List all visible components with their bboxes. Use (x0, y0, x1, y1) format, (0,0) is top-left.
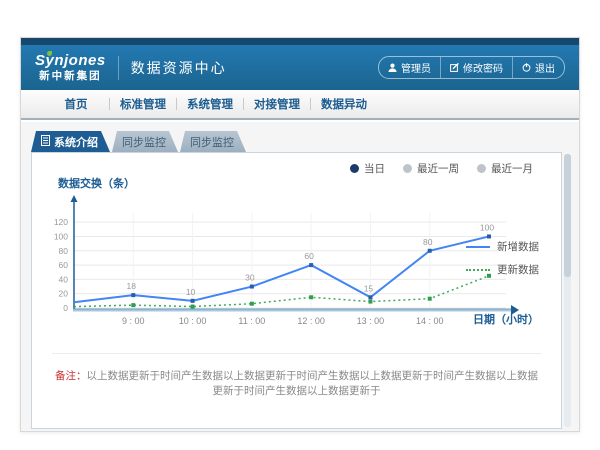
radio-icon (477, 164, 486, 173)
note-prefix: 备注： (55, 370, 87, 382)
svg-text:13 : 00: 13 : 00 (357, 316, 385, 326)
dashed-line-icon (466, 269, 490, 271)
header: Synjones 新中新集团 数据资源中心 管理员 修改密码 (21, 45, 579, 90)
user-button-group: 管理员 修改密码 退出 (378, 56, 565, 79)
legend-item-updated-data: 更新数据 (466, 262, 539, 277)
svg-text:30: 30 (245, 273, 255, 283)
radio-icon (350, 164, 359, 173)
x-axis-title: 日期（小时） (473, 311, 539, 327)
logo-subtext: 新中新集团 (39, 71, 102, 82)
solid-line-icon (466, 246, 490, 248)
edit-icon (450, 63, 459, 72)
window-top-strip (21, 38, 579, 45)
logo-text: Synjones (35, 53, 106, 68)
company-logo: Synjones 新中新集团 (35, 53, 106, 82)
logo-wordmark: Synjones (35, 52, 106, 69)
content-area: 系统介绍 同步监控 同步监控 当日 最近一周 (21, 122, 579, 431)
line-chart: 0 20 40 60 80 100 120 9 : 00 10 : 00 11 : 00 12 : … (44, 193, 524, 329)
tab-system-intro-label: 系统介绍 (54, 134, 98, 150)
logout-button[interactable]: 退出 (512, 57, 564, 78)
footer-note: 备注：以上数据更新于时间产生数据以上数据更新于时间产生数据以上数据更新于时间产生… (52, 353, 541, 398)
svg-text:11 : 00: 11 : 00 (238, 316, 265, 326)
radio-last-week[interactable]: 最近一周 (403, 161, 459, 176)
admin-user-button[interactable]: 管理员 (379, 57, 440, 78)
radio-last-month-label: 最近一月 (491, 161, 533, 176)
divider (118, 56, 119, 80)
svg-text:18: 18 (127, 281, 137, 291)
nav-item-data-change[interactable]: 数据异动 (311, 96, 377, 112)
svg-text:14 : 00: 14 : 00 (416, 316, 444, 326)
app-window: Synjones 新中新集团 数据资源中心 管理员 修改密码 (20, 37, 580, 432)
svg-text:15: 15 (364, 283, 374, 293)
svg-text:80: 80 (423, 237, 433, 247)
main-nav: 首页 标准管理 系统管理 对接管理 数据异动 (21, 90, 579, 120)
svg-text:12 : 00: 12 : 00 (297, 316, 325, 326)
power-icon (522, 63, 531, 72)
nav-item-standard-mgmt[interactable]: 标准管理 (110, 96, 176, 112)
tab-bar: 系统介绍 同步监控 同步监控 (31, 131, 569, 152)
scrollbar-thumb[interactable] (564, 154, 571, 277)
tab-sync-monitor-1[interactable]: 同步监控 (112, 131, 178, 152)
legend-updated-data-label: 更新数据 (497, 262, 539, 277)
nav-item-home[interactable]: 首页 (43, 96, 109, 112)
page-title: 数据资源中心 (131, 58, 227, 78)
tab-sync-monitor-2[interactable]: 同步监控 (180, 131, 246, 152)
chart-panel: 当日 最近一周 最近一月 数据交换（条） 0 20 40 60 80 100 120 9 : … (31, 152, 562, 429)
svg-text:20: 20 (59, 289, 69, 299)
svg-text:10: 10 (186, 287, 196, 297)
scrollbar[interactable] (564, 154, 571, 427)
logout-label: 退出 (535, 60, 555, 75)
time-range-filter: 当日 最近一周 最近一月 (350, 161, 533, 176)
change-password-button[interactable]: 修改密码 (440, 57, 512, 78)
svg-text:80: 80 (59, 246, 69, 256)
svg-text:60: 60 (304, 251, 314, 261)
radio-last-week-label: 最近一周 (417, 161, 459, 176)
document-icon (41, 135, 50, 149)
svg-text:40: 40 (59, 274, 69, 284)
y-axis-title: 数据交换（条） (58, 175, 135, 191)
tab-sync-monitor-2-label: 同步监控 (190, 134, 234, 150)
chart-legend: 新增数据 更新数据 (466, 239, 539, 277)
nav-item-system-mgmt[interactable]: 系统管理 (177, 96, 243, 112)
radio-last-month[interactable]: 最近一月 (477, 161, 533, 176)
tab-system-intro[interactable]: 系统介绍 (31, 131, 110, 152)
svg-text:0: 0 (63, 303, 68, 313)
svg-text:60: 60 (59, 260, 69, 270)
note-text: 以上数据更新于时间产生数据以上数据更新于时间产生数据以上数据更新于时间产生数据以… (87, 370, 539, 397)
legend-item-new-data: 新增数据 (466, 239, 539, 254)
tab-sync-monitor-1-label: 同步监控 (122, 134, 166, 150)
svg-text:100: 100 (54, 231, 68, 241)
svg-text:120: 120 (54, 217, 68, 227)
svg-text:9 : 00: 9 : 00 (122, 316, 145, 326)
nav-item-interface-mgmt[interactable]: 对接管理 (244, 96, 310, 112)
radio-today[interactable]: 当日 (350, 161, 385, 176)
user-icon (388, 63, 397, 72)
svg-text:100: 100 (480, 222, 494, 232)
admin-user-label: 管理员 (401, 60, 431, 75)
change-password-label: 修改密码 (463, 60, 503, 75)
svg-text:10 : 00: 10 : 00 (179, 316, 207, 326)
legend-new-data-label: 新增数据 (497, 239, 539, 254)
chart-container: 0 20 40 60 80 100 120 9 : 00 10 : 00 11 : 00 12 : … (44, 193, 524, 334)
radio-icon (403, 164, 412, 173)
radio-today-label: 当日 (364, 161, 385, 176)
